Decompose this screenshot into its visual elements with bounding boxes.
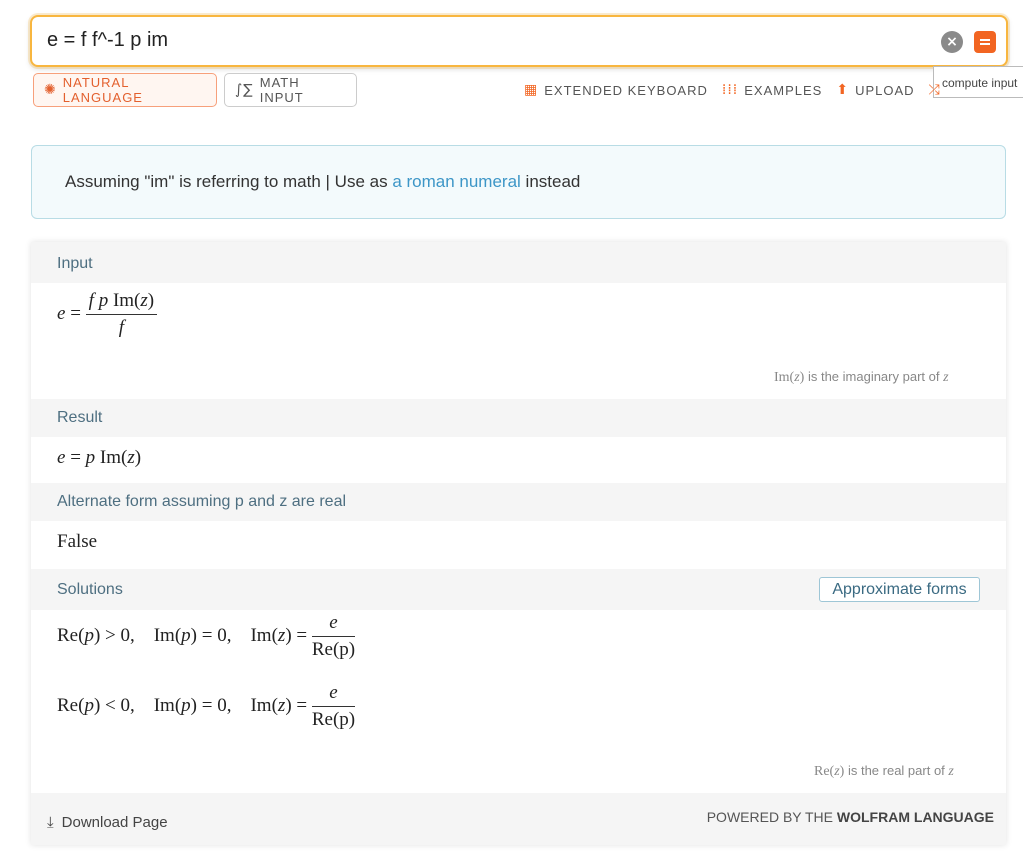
assumption-text: Assuming "im" is referring to math | Use… (65, 172, 393, 191)
input-note: Im(z) is the imaginary part of z (774, 369, 949, 386)
input-pod-title: Input (31, 242, 1006, 283)
input-fraction: f p Im(z) f (85, 290, 158, 339)
download-label: Download Page (61, 813, 168, 831)
download-page-button[interactable]: ⤓ Download Page (47, 813, 168, 831)
alternate-pod-title: Alternate form assuming p and z are real (31, 483, 1006, 521)
input-equation: e = f p Im(z) f (57, 290, 158, 339)
solution-2-den: Re(p) (311, 709, 356, 730)
result-z: z (127, 447, 135, 468)
alternate-value: False (57, 531, 98, 552)
math-symbols-icon: ∫∑ (235, 82, 254, 98)
compute-button[interactable] (974, 31, 996, 53)
upload-icon: ⬆ (836, 82, 850, 98)
random-button[interactable]: ⤮ (929, 82, 941, 98)
search-bar[interactable]: e = f f^-1 p im × (30, 15, 1008, 67)
den-f: f (118, 317, 125, 338)
result-equation: e = p Im(z) (57, 447, 142, 468)
upload-label: UPLOAD (855, 82, 915, 98)
result-pod-title: Result (31, 399, 1006, 437)
wolfram-star-icon: ✺ (44, 82, 57, 98)
solution-2-fraction: e Re(p) (311, 682, 356, 731)
search-input[interactable]: e = f f^-1 p im (47, 29, 168, 52)
input-lhs: e (57, 302, 66, 324)
solutions-note: Re(z) is the real part of z (814, 763, 954, 780)
note-im: Im( (774, 370, 795, 385)
download-icon: ⤓ (47, 813, 54, 831)
result-close: ) (134, 447, 142, 468)
note-end: z (943, 370, 949, 385)
powered-prefix: POWERED BY THE (706, 809, 837, 825)
natural-language-label: NATURAL LANGUAGE (62, 75, 143, 105)
keyboard-icon: ▦ (524, 82, 539, 98)
num-z: z (140, 290, 148, 311)
powered-brand: WOLFRAM LANGUAGE (836, 809, 994, 825)
assumption-box: Assuming "im" is referring to math | Use… (31, 145, 1006, 219)
extended-keyboard-button[interactable]: ▦ EXTENDED KEYBOARD (524, 82, 708, 98)
result-p: p (85, 447, 96, 468)
assumption-suffix: instead (520, 172, 581, 191)
note-re-text: is the real part of (844, 763, 949, 778)
card-footer: ⤓ Download Page POWERED BY THE WOLFRAM L… (31, 793, 1006, 845)
note-re-end: z (948, 764, 954, 779)
results-card: Input e = f p Im(z) f Im(z) is the imagi… (31, 242, 1006, 845)
solution-2-condition: < 0 (105, 694, 130, 716)
num-close: ) (147, 290, 155, 311)
math-input-label: MATH INPUT (259, 75, 304, 105)
solution-2-num: e (329, 682, 338, 703)
num-p: p (98, 290, 109, 311)
solution-1-num: e (329, 612, 338, 633)
extended-keyboard-label: EXTENDED KEYBOARD (544, 82, 708, 98)
num-f: f (88, 290, 94, 311)
examples-button[interactable]: ⁞⁞⁞ EXAMPLES (722, 82, 822, 98)
powered-by[interactable]: POWERED BY THE WOLFRAM LANGUAGE (707, 809, 994, 825)
math-input-button[interactable]: ∫∑ MATH INPUT (224, 73, 357, 107)
solution-1-fraction: e Re(p) (311, 612, 356, 661)
toolbar: ▦ EXTENDED KEYBOARD ⁞⁞⁞ EXAMPLES ⬆ UPLOA… (524, 82, 955, 98)
solution-row-1: Re(p) > 0, Im(p) = 0, Im(z) = e Re(p) (57, 612, 356, 661)
solution-1-condition: > 0 (105, 624, 130, 646)
result-lhs: e (57, 447, 66, 468)
result-im: Im( (99, 447, 128, 468)
note-re: Re( (814, 764, 835, 779)
natural-language-button[interactable]: ✺ NATURAL LANGUAGE (33, 73, 217, 107)
roman-numeral-link[interactable]: a roman numeral (392, 172, 521, 191)
note-text: is the imaginary part of (804, 369, 944, 384)
examples-label: EXAMPLES (744, 82, 823, 98)
num-im: Im( (112, 290, 141, 311)
solution-row-2: Re(p) < 0, Im(p) = 0, Im(z) = e Re(p) (57, 682, 356, 731)
grid-dots-icon: ⁞⁞⁞ (721, 82, 739, 98)
approximate-forms-button[interactable]: Approximate forms (819, 577, 980, 602)
clear-icon[interactable]: × (941, 31, 963, 53)
upload-button[interactable]: ⬆ UPLOAD (836, 82, 914, 98)
shuffle-icon: ⤮ (928, 82, 941, 98)
solution-1-den: Re(p) (311, 639, 356, 660)
